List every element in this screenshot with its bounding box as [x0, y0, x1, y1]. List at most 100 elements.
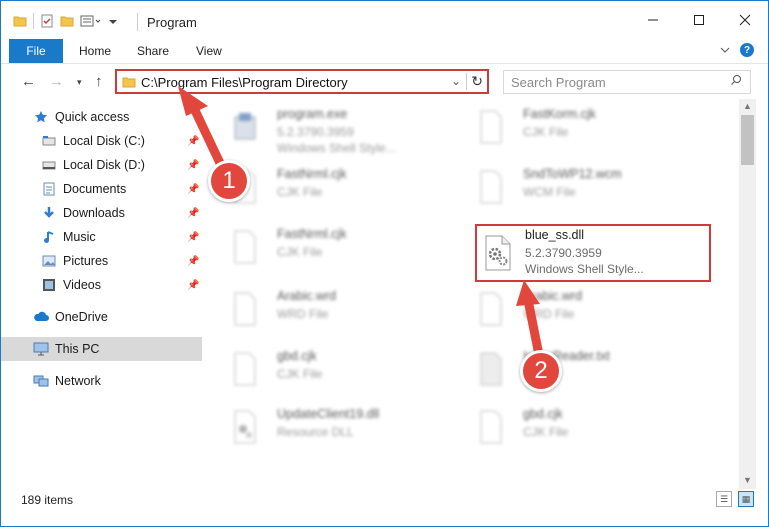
file-name: SndToWP12.wcm	[523, 167, 622, 181]
tab-home[interactable]: Home	[79, 44, 111, 58]
pin-icon[interactable]: 📌	[187, 232, 199, 243]
navigation-pane: Quick access Local Disk (C:) 📌 Local Dis…	[1, 99, 202, 489]
recent-locations-icon[interactable]: ▾	[77, 77, 82, 88]
dll-gear-icon	[485, 235, 511, 271]
close-button[interactable]	[722, 1, 768, 39]
sidebar-item-music[interactable]: Music 📌	[1, 225, 202, 249]
help-icon[interactable]: ?	[740, 43, 754, 57]
tab-view[interactable]: View	[196, 44, 222, 58]
sidebar-item-label: Videos	[63, 278, 101, 292]
sidebar-item-documents[interactable]: Documents 📌	[1, 177, 202, 201]
scroll-thumb[interactable]	[741, 115, 754, 165]
file-name: program.exe	[277, 107, 348, 121]
up-arrow-icon[interactable]: ↑	[95, 73, 103, 90]
scroll-down-icon[interactable]: ▼	[743, 475, 752, 485]
title-divider	[137, 13, 138, 31]
window-title: Program	[147, 15, 197, 30]
list-item[interactable]: program.exe 5.2.3790.3959 Windows Shell …	[211, 103, 447, 161]
list-item[interactable]: FastNrml.cjk CJK File	[211, 223, 447, 281]
address-bar[interactable]: C:\Program Files\Program Directory ⌄ ↻	[115, 69, 489, 94]
item-count: 189 items	[21, 493, 74, 507]
list-item[interactable]: Arabic.wrd WRD File	[457, 285, 693, 343]
new-folder-icon[interactable]	[60, 14, 74, 28]
sidebar-item-label: This PC	[55, 342, 100, 356]
sidebar-item-downloads[interactable]: Downloads 📌	[1, 201, 202, 225]
file-name: gbd.cjk	[523, 407, 563, 421]
list-item[interactable]: UpdateClient19.dll Resource DLL	[211, 403, 447, 461]
search-input[interactable]: Search Program	[511, 75, 606, 90]
sidebar-item-label: Network	[55, 374, 101, 388]
pin-icon[interactable]: 📌	[187, 136, 199, 147]
sidebar-item-network[interactable]: Network	[1, 369, 202, 393]
list-item[interactable]: SndToWP12.wcm WCM File	[457, 163, 693, 221]
list-item[interactable]: InlineReader.txt	[457, 345, 693, 403]
callout-2: 2	[520, 350, 562, 392]
chevron-down-icon[interactable]: ⌄	[451, 74, 461, 88]
file-icon	[480, 110, 502, 144]
tab-share[interactable]: Share	[137, 44, 169, 58]
address-path[interactable]: C:\Program Files\Program Directory	[141, 75, 348, 90]
sidebar-item-videos[interactable]: Videos 📌	[1, 273, 202, 297]
sidebar-item-onedrive[interactable]: OneDrive	[1, 305, 202, 329]
drive-icon	[41, 157, 57, 173]
file-name: blue_ss.dll	[525, 228, 585, 242]
file-version: 5.2.3790.3959	[525, 246, 602, 260]
pin-icon[interactable]: 📌	[187, 256, 199, 267]
list-item[interactable]: gbd.cjk CJK File	[211, 345, 447, 403]
file-type: CJK File	[277, 367, 323, 381]
file-type: WCM File	[523, 185, 576, 199]
list-item[interactable]: gbd.cjk CJK File	[457, 403, 693, 461]
file-type: CJK File	[523, 425, 569, 439]
file-name: gbd.cjk	[277, 349, 317, 363]
file-description: Windows Shell Style...	[277, 141, 396, 155]
file-icon	[480, 410, 502, 444]
file-name: FastNrml.cjk	[277, 227, 347, 241]
tab-file[interactable]: File	[9, 39, 63, 63]
vertical-scrollbar[interactable]: ▲ ▼	[739, 99, 756, 489]
list-item[interactable]: FastKorm.cjk CJK File	[457, 103, 693, 161]
sidebar-item-quick-access[interactable]: Quick access	[1, 105, 202, 129]
sidebar-item-this-pc[interactable]: This PC	[1, 337, 202, 361]
drive-icon	[41, 133, 57, 149]
sidebar-item-label: OneDrive	[55, 310, 108, 324]
back-arrow-icon[interactable]: ←	[21, 73, 36, 90]
properties-icon[interactable]	[40, 14, 54, 28]
expand-ribbon-icon[interactable]	[720, 45, 730, 55]
chevron-down-icon[interactable]	[108, 14, 118, 28]
video-icon	[41, 277, 57, 293]
view-switcher: ☰ ▦	[716, 491, 754, 507]
sidebar-item-local-disk-d[interactable]: Local Disk (D:) 📌	[1, 153, 202, 177]
search-box[interactable]: Search Program	[503, 70, 751, 94]
file-type: CJK File	[523, 125, 569, 139]
scroll-up-icon[interactable]: ▲	[743, 101, 752, 111]
sidebar-item-label: Music	[63, 230, 96, 244]
file-type: WRD File	[277, 307, 329, 321]
file-icon	[234, 292, 256, 326]
pin-icon[interactable]: 📌	[187, 184, 199, 195]
folder-icon	[122, 77, 136, 88]
sidebar-item-local-disk-c[interactable]: Local Disk (C:) 📌	[1, 129, 202, 153]
music-icon	[41, 229, 57, 245]
window-controls	[630, 1, 768, 39]
forward-arrow-icon[interactable]: →	[49, 73, 64, 90]
large-icons-view-icon[interactable]: ▦	[738, 491, 754, 507]
sidebar-item-pictures[interactable]: Pictures 📌	[1, 249, 202, 273]
highlighted-file-blue-ss-dll[interactable]: blue_ss.dll 5.2.3790.3959 Windows Shell …	[475, 224, 711, 282]
document-icon	[41, 181, 57, 197]
file-description: Windows Shell Style...	[525, 262, 644, 276]
customize-icon[interactable]	[80, 14, 102, 28]
list-item[interactable]: Arabic.wrd WRD File	[211, 285, 447, 343]
pin-icon[interactable]: 📌	[187, 160, 199, 171]
maximize-button[interactable]	[676, 1, 722, 39]
details-view-icon[interactable]: ☰	[716, 491, 732, 507]
pin-icon[interactable]: 📌	[187, 280, 199, 291]
search-icon	[731, 75, 741, 85]
pin-icon[interactable]: 📌	[187, 208, 199, 219]
sidebar-item-label: Local Disk (D:)	[63, 158, 145, 172]
file-name: Arabic.wrd	[523, 289, 583, 303]
sidebar-item-label: Pictures	[63, 254, 109, 268]
minimize-button[interactable]	[630, 1, 676, 39]
refresh-icon[interactable]: ↻	[466, 73, 483, 90]
maximize-icon	[694, 15, 704, 25]
file-name: FastNrml.cjk	[277, 167, 347, 181]
